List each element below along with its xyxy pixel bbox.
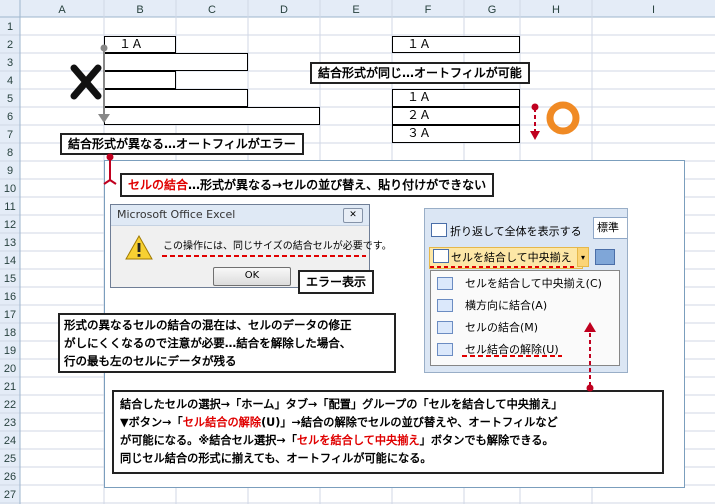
fill-down-arrow-red (530, 103, 540, 140)
unmerge-pointer-arrow (584, 322, 596, 392)
fill-down-arrow (98, 44, 110, 123)
cross-icon (70, 64, 102, 100)
annotation-overlay (70, 44, 596, 392)
panel-arrow (103, 153, 117, 185)
ok-circle-icon (546, 101, 580, 135)
